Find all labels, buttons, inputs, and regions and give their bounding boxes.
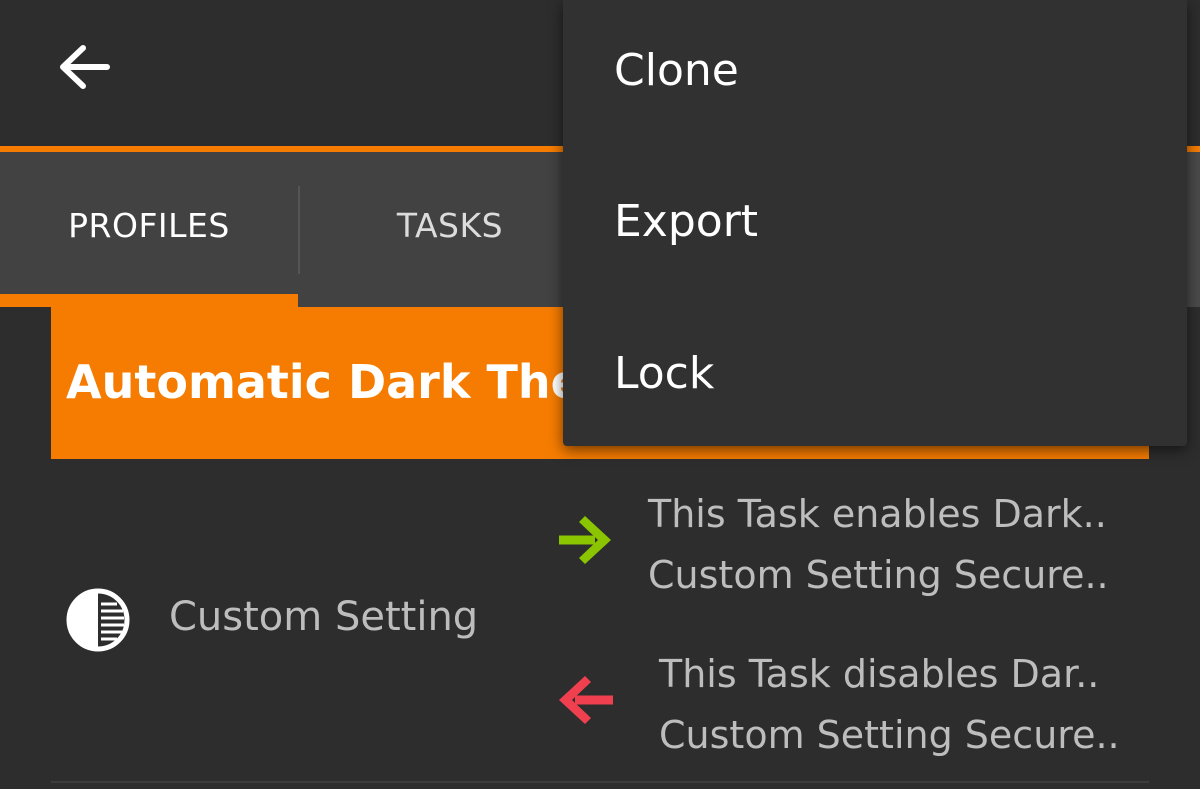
exit-task-text: This Task disables Dar.. Custom Setting … xyxy=(659,644,1120,766)
arrow-left-icon xyxy=(559,676,613,724)
enter-task-link[interactable]: This Task enables Dark.. Custom Setting … xyxy=(551,482,1149,602)
menu-item-lock[interactable]: Lock xyxy=(563,298,1187,448)
tab-tasks[interactable]: TASKS xyxy=(300,152,600,298)
arrow-back-icon xyxy=(60,45,110,89)
arrow-right-icon xyxy=(559,516,611,564)
tab-profiles[interactable]: PROFILES xyxy=(0,152,298,298)
context-label: Custom Setting xyxy=(169,594,479,640)
tab-selected-indicator xyxy=(0,294,298,307)
exit-task-description: This Task disables Dar.. xyxy=(659,652,1100,696)
exit-task-action: Custom Setting Secure.. xyxy=(659,713,1120,757)
enter-task-action: Custom Setting Secure.. xyxy=(648,553,1109,597)
row-divider xyxy=(51,781,1149,783)
tasker-screen: PROFILES TASKS Automatic Dark Theme Cust… xyxy=(0,0,1200,789)
enter-task-description: This Task enables Dark.. xyxy=(648,492,1107,536)
overflow-menu: Clone Export Lock xyxy=(563,0,1187,446)
profile-context-row[interactable]: Custom Setting This Task enables Dark.. … xyxy=(51,460,1149,782)
tab-bar-edge xyxy=(1187,152,1200,307)
contrast-icon xyxy=(66,588,130,652)
menu-item-export[interactable]: Export xyxy=(563,146,1187,296)
exit-task-link[interactable]: This Task disables Dar.. Custom Setting … xyxy=(551,642,1149,762)
back-button[interactable] xyxy=(50,36,116,98)
enter-task-text: This Task enables Dark.. Custom Setting … xyxy=(648,484,1109,606)
menu-item-clone[interactable]: Clone xyxy=(563,0,1187,140)
